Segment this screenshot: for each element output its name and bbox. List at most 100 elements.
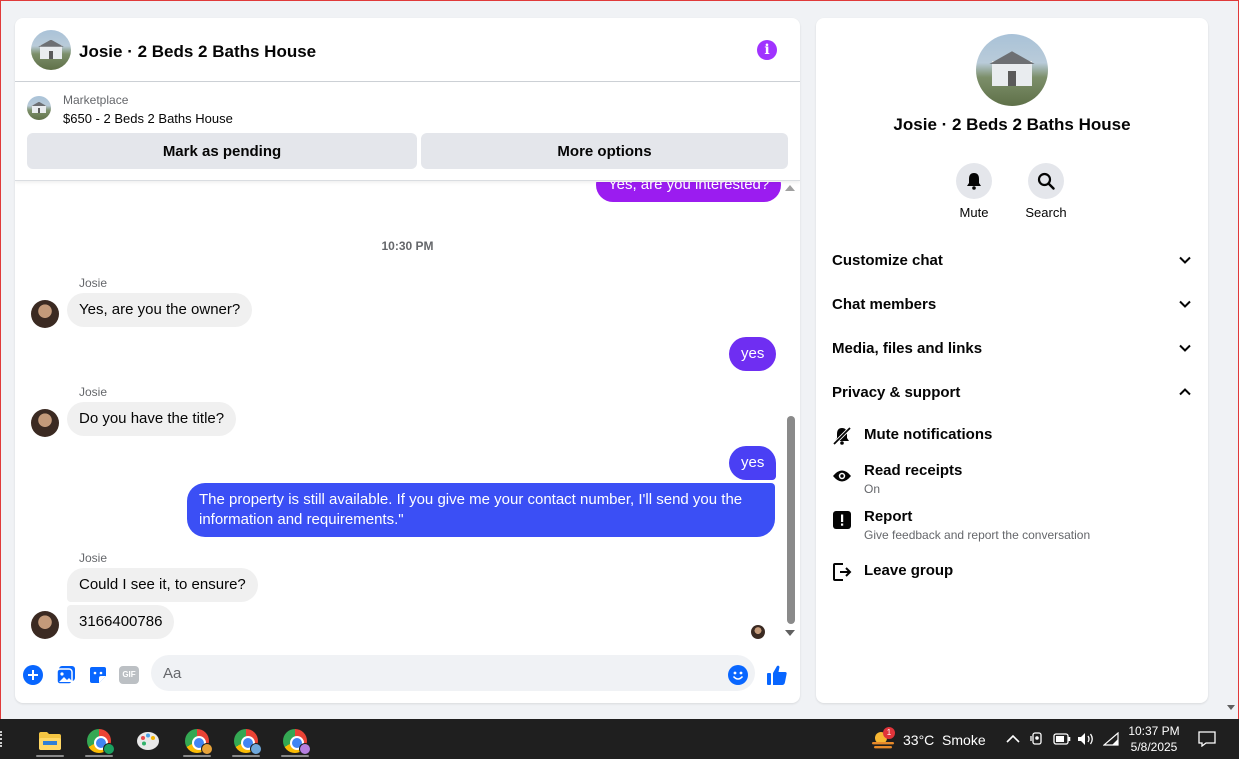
- gif-label: GIF: [119, 666, 139, 684]
- meet-now-icon[interactable]: [1030, 731, 1046, 747]
- battery-icon[interactable]: [1053, 733, 1071, 745]
- marketplace-label: Marketplace: [63, 93, 129, 107]
- scroll-down-arrow[interactable]: [785, 630, 795, 636]
- mark-as-pending-button[interactable]: Mark as pending: [27, 133, 417, 169]
- mute-button[interactable]: Mute: [944, 163, 1004, 220]
- avatar[interactable]: [31, 409, 59, 437]
- info-icon[interactable]: i: [757, 40, 777, 60]
- start-edge[interactable]: [0, 731, 6, 747]
- report-description: Give feedback and report the conversatio…: [864, 528, 1091, 542]
- option-label: Leave group: [864, 562, 954, 579]
- weather-widget[interactable]: 1 33°C Smoke: [868, 727, 988, 753]
- emoji-icon[interactable]: [727, 664, 749, 686]
- message-line: The property is still available. If you …: [199, 491, 743, 508]
- chevron-down-icon: [1179, 300, 1191, 308]
- search-label: Search: [1025, 205, 1067, 220]
- wifi-icon[interactable]: [1103, 732, 1119, 746]
- profile-badge: [201, 743, 213, 755]
- message-incoming[interactable]: Yes, are you the owner?: [67, 293, 253, 327]
- scrollbar-thumb[interactable]: [787, 416, 795, 624]
- clock-date: 5/8/2025: [1130, 740, 1178, 754]
- section-privacy-support[interactable]: Privacy & support: [832, 377, 1192, 407]
- clock-time: 10:37 PM: [1128, 724, 1180, 738]
- section-customize-chat[interactable]: Customize chat: [832, 245, 1192, 275]
- message-outgoing[interactable]: Yes, are you interested?: [596, 182, 782, 202]
- palette-icon: [137, 732, 159, 750]
- section-chat-members[interactable]: Chat members: [832, 289, 1192, 319]
- like-icon[interactable]: [766, 664, 788, 686]
- section-label: Privacy & support: [832, 383, 961, 401]
- chevron-down-icon: [1179, 256, 1191, 264]
- more-options-button[interactable]: More options: [421, 133, 788, 169]
- listing-thumbnail[interactable]: [27, 96, 51, 120]
- page-scroll-down-arrow[interactable]: [1227, 705, 1235, 710]
- avatar[interactable]: [31, 300, 59, 328]
- volume-icon[interactable]: [1077, 732, 1095, 746]
- chrome-app-2[interactable]: [177, 725, 217, 757]
- folder-icon: [39, 732, 61, 750]
- composer: GIF: [15, 650, 800, 702]
- message-line: information and requirements.": [199, 511, 404, 528]
- profile-badge: [299, 743, 311, 755]
- profile-avatar[interactable]: [976, 34, 1048, 106]
- message-input[interactable]: [151, 655, 755, 691]
- report-option[interactable]: Report Give feedback and report the conv…: [832, 508, 1192, 548]
- message-incoming[interactable]: Could I see it, to ensure?: [67, 568, 258, 602]
- chat-info-panel: Josie · 2 Beds 2 Baths House Mute Search…: [816, 18, 1208, 703]
- gif-icon[interactable]: GIF: [118, 664, 140, 686]
- section-media-files-links[interactable]: Media, files and links: [832, 333, 1192, 363]
- message-list: Yes, are you interested? 10:30 PM Josie …: [15, 182, 800, 647]
- avatar[interactable]: [31, 611, 59, 639]
- mute-label: Mute: [959, 205, 989, 220]
- listing-title[interactable]: $650 - 2 Beds 2 Baths House: [63, 111, 233, 126]
- profile-badge: [250, 743, 262, 755]
- eye-icon: [832, 466, 852, 486]
- marketplace-bar: Marketplace $650 - 2 Beds 2 Baths House …: [15, 83, 800, 181]
- sender-name: Josie: [79, 385, 108, 399]
- chat-title[interactable]: Josie · 2 Beds 2 Baths House: [79, 42, 316, 62]
- timestamp: 10:30 PM: [381, 239, 434, 253]
- message-outgoing[interactable]: The property is still available. If you …: [187, 483, 775, 537]
- weather-text: 33°C Smoke: [903, 732, 986, 748]
- chevron-up-icon[interactable]: [1006, 734, 1020, 744]
- notification-badge: 1: [883, 727, 895, 739]
- leave-group-option[interactable]: Leave group: [832, 562, 1192, 584]
- warning-icon: [832, 510, 852, 530]
- profile-title[interactable]: Josie · 2 Beds 2 Baths House: [816, 115, 1208, 135]
- message-incoming[interactable]: 3166400786: [67, 605, 175, 639]
- chevron-up-icon: [1179, 388, 1191, 396]
- chrome-app-3[interactable]: [226, 725, 266, 757]
- read-receipts-option[interactable]: Read receipts On: [832, 462, 1192, 502]
- clock[interactable]: 10:37 PM 5/8/2025: [1128, 723, 1180, 755]
- scroll-up-arrow[interactable]: [785, 185, 795, 191]
- sticker-icon[interactable]: [87, 664, 109, 686]
- mute-notifications-option[interactable]: Mute notifications: [832, 426, 1192, 448]
- leave-icon: [832, 562, 852, 582]
- section-label: Media, files and links: [832, 339, 983, 357]
- chat-panel: Josie · 2 Beds 2 Baths House i Marketpla…: [15, 18, 800, 703]
- notifications-icon[interactable]: [1198, 731, 1216, 747]
- sender-name: Josie: [79, 276, 108, 290]
- message-outgoing[interactable]: yes: [729, 337, 777, 371]
- file-explorer-app[interactable]: [30, 725, 70, 757]
- paint-app[interactable]: [128, 725, 168, 757]
- option-label: Report: [864, 508, 913, 525]
- sender-name: Josie: [79, 551, 108, 565]
- chevron-down-icon: [1179, 344, 1191, 352]
- section-label: Chat members: [832, 295, 937, 313]
- plus-icon[interactable]: [22, 664, 44, 686]
- option-label: Mute notifications: [864, 426, 993, 443]
- bell-icon: [956, 163, 992, 199]
- photo-icon[interactable]: [55, 664, 77, 686]
- option-label: Read receipts: [864, 462, 963, 479]
- seen-indicator: [751, 625, 765, 639]
- chrome-app-4[interactable]: [275, 725, 315, 757]
- chat-header: Josie · 2 Beds 2 Baths House i: [15, 18, 800, 82]
- search-button[interactable]: Search: [1016, 163, 1076, 220]
- message-outgoing[interactable]: yes: [729, 446, 777, 480]
- chat-avatar[interactable]: [31, 30, 71, 70]
- bell-off-icon: [832, 426, 852, 446]
- profile-badge: [103, 743, 115, 755]
- message-incoming[interactable]: Do you have the title?: [67, 402, 237, 436]
- chrome-app-1[interactable]: [79, 725, 119, 757]
